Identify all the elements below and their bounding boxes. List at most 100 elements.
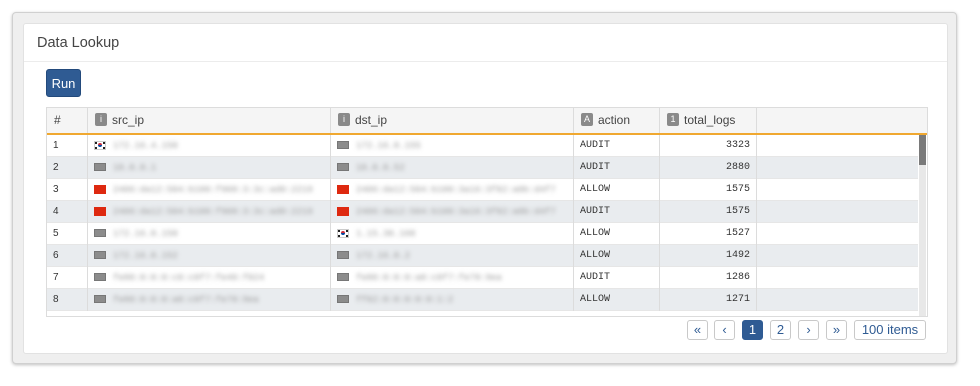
row-index: 5 <box>47 223 88 245</box>
korea-flag-icon <box>94 140 106 150</box>
host-icon <box>94 273 106 281</box>
src-ip-cell[interactable]: 172.16.0.150 <box>88 223 331 245</box>
string-type-icon: A <box>581 113 593 127</box>
column-header-index[interactable]: # <box>47 108 88 133</box>
ip-type-icon: i <box>95 113 107 127</box>
dst-ip-cell[interactable]: 10.0.0.52 <box>331 157 574 179</box>
table-row[interactable]: 3 2406:da12:504:b100:f908:3:3c:ad0:2219 24… <box>47 179 918 201</box>
page-size-selector[interactable]: 100 items <box>854 320 926 340</box>
run-button[interactable]: Run <box>46 69 81 97</box>
dst-ip-cell[interactable]: 172.16.0.2 <box>331 245 574 267</box>
column-header-src-ip[interactable]: i src_ip <box>88 108 331 133</box>
total-logs-cell[interactable]: 3323 <box>660 135 757 157</box>
table-row[interactable]: 8 fe80:0:0:0:a0:c0f7:fe78:9ea ff02:0:0:0:0… <box>47 289 918 311</box>
src-ip-cell[interactable]: fe80:0:0:0:a0:c0f7:fe78:9ea <box>88 289 331 311</box>
table-row[interactable] <box>47 311 918 316</box>
page-button-2[interactable]: 2 <box>770 320 791 340</box>
ip-address: 2406:da12:504:b100:f908:3:3c:ad0:2219 <box>113 207 313 217</box>
column-label: total_logs <box>684 113 736 127</box>
host-icon <box>337 295 349 303</box>
last-page-icon[interactable]: » <box>826 320 847 340</box>
column-label: dst_ip <box>355 113 388 127</box>
empty-cell <box>757 179 918 201</box>
ip-address: 172.16.0.155 <box>356 141 421 151</box>
src-ip-cell[interactable]: 10.0.0.1 <box>88 157 331 179</box>
ip-address: fe80:0:0:0:c0:c0f7:fe40:f024 <box>113 273 265 283</box>
host-icon <box>337 273 349 281</box>
total-logs-cell[interactable]: 1575 <box>660 179 757 201</box>
dst-ip-cell[interactable]: 2406:da12:504:b100:3a16:3f82:a0b:d4f7 <box>331 201 574 223</box>
dst-ip-cell[interactable]: ff02:0:0:0:0:0:1:2 <box>331 289 574 311</box>
ip-address: 172.16.0.152 <box>113 251 178 261</box>
grid-body: 1 172.16.4.150 172.16.0.155 AUDIT 3323 2 10.0.… <box>47 135 918 316</box>
vertical-scrollbar[interactable] <box>919 135 926 316</box>
next-page-icon[interactable]: › <box>798 320 819 340</box>
china-flag-icon <box>337 206 349 216</box>
ip-address: 2406:da12:504:b100:3a16:3f82:a0b:d4f7 <box>356 185 556 195</box>
panel-title: Data Lookup <box>37 35 120 51</box>
table-row[interactable]: 7 fe80:0:0:0:c0:c0f7:fe40:f024 fe80:0:0:0:… <box>47 267 918 289</box>
host-icon <box>94 163 106 171</box>
src-ip-cell[interactable]: 2406:da12:504:b100:f908:3:3c:ad0:2219 <box>88 201 331 223</box>
ip-address: 10.0.0.52 <box>356 163 405 173</box>
page-button-1[interactable]: 1 <box>742 320 763 340</box>
china-flag-icon <box>337 184 349 194</box>
action-cell[interactable]: AUDIT <box>574 135 660 157</box>
ip-address: 10.0.0.1 <box>113 163 157 173</box>
prev-page-icon[interactable]: ‹ <box>714 320 735 340</box>
action-cell[interactable]: ALLOW <box>574 223 660 245</box>
dst-ip-cell[interactable]: 172.16.0.155 <box>331 135 574 157</box>
dst-ip-cell[interactable]: 2406:da12:504:b100:3a16:3f82:a0b:d4f7 <box>331 179 574 201</box>
korea-flag-icon <box>337 228 349 238</box>
china-flag-icon <box>94 206 106 216</box>
action-cell[interactable]: ALLOW <box>574 289 660 311</box>
row-index: 6 <box>47 245 88 267</box>
src-ip-cell[interactable]: 2406:da12:504:b100:f908:3:3c:ad0:2219 <box>88 179 331 201</box>
table-row[interactable]: 2 10.0.0.1 10.0.0.52 AUDIT 2880 <box>47 157 918 179</box>
total-logs-cell[interactable]: 1527 <box>660 223 757 245</box>
action-cell[interactable]: AUDIT <box>574 267 660 289</box>
src-ip-cell[interactable]: fe80:0:0:0:c0:c0f7:fe40:f024 <box>88 267 331 289</box>
scrollbar-thumb[interactable] <box>919 135 926 165</box>
table-row[interactable]: 1 172.16.4.150 172.16.0.155 AUDIT 3323 <box>47 135 918 157</box>
table-row[interactable]: 5 172.16.0.150 1.15.30.160 ALLOW 1527 <box>47 223 918 245</box>
ip-type-icon: i <box>338 113 350 127</box>
total-logs-cell[interactable]: 1492 <box>660 245 757 267</box>
empty-cell <box>757 289 918 311</box>
empty-cell <box>757 245 918 267</box>
dst-ip-cell[interactable]: 1.15.30.160 <box>331 223 574 245</box>
column-header-action[interactable]: Aaction <box>574 108 660 133</box>
action-cell[interactable]: ALLOW <box>574 179 660 201</box>
title-divider <box>24 61 947 62</box>
ip-address: fe80:0:0:0:a0:c0f7:fe78:9ea <box>356 273 502 283</box>
column-label: action <box>598 113 631 127</box>
row-index: 7 <box>47 267 88 289</box>
total-logs-cell[interactable]: 2880 <box>660 157 757 179</box>
first-page-icon[interactable]: « <box>687 320 708 340</box>
column-header-dst-ip[interactable]: i dst_ip <box>331 108 574 133</box>
grid-header: # i src_ip i dst_ip Aaction 1 total_logs <box>47 108 927 135</box>
action-cell[interactable]: AUDIT <box>574 157 660 179</box>
lookup-window: Data Lookup Run # i src_ip i dst_ip Aactio… <box>12 12 957 364</box>
table-row[interactable]: 6 172.16.0.152 172.16.0.2 ALLOW 1492 <box>47 245 918 267</box>
column-label: # <box>54 113 61 127</box>
results-grid: # i src_ip i dst_ip Aaction 1 total_logs 11… <box>46 107 928 317</box>
action-cell[interactable]: AUDIT <box>574 201 660 223</box>
column-header-total-logs[interactable]: 1 total_logs <box>660 108 757 133</box>
action-cell[interactable]: ALLOW <box>574 245 660 267</box>
empty-cell <box>757 157 918 179</box>
src-ip-cell[interactable]: 172.16.4.150 <box>88 135 331 157</box>
empty-cell <box>757 267 918 289</box>
row-index: 8 <box>47 289 88 311</box>
dst-ip-cell[interactable]: fe80:0:0:0:a0:c0f7:fe78:9ea <box>331 267 574 289</box>
total-logs-cell[interactable]: 1575 <box>660 201 757 223</box>
total-logs-cell[interactable]: 1286 <box>660 267 757 289</box>
ip-address: ff02:0:0:0:0:0:1:2 <box>356 295 454 305</box>
data-lookup-panel: Data Lookup Run # i src_ip i dst_ip Aactio… <box>23 23 948 354</box>
src-ip-cell[interactable]: 172.16.0.152 <box>88 245 331 267</box>
china-flag-icon <box>94 184 106 194</box>
total-logs-cell[interactable]: 1271 <box>660 289 757 311</box>
host-icon <box>337 163 349 171</box>
column-header-filler <box>757 108 927 133</box>
table-row[interactable]: 4 2406:da12:504:b100:f908:3:3c:ad0:2219 24… <box>47 201 918 223</box>
